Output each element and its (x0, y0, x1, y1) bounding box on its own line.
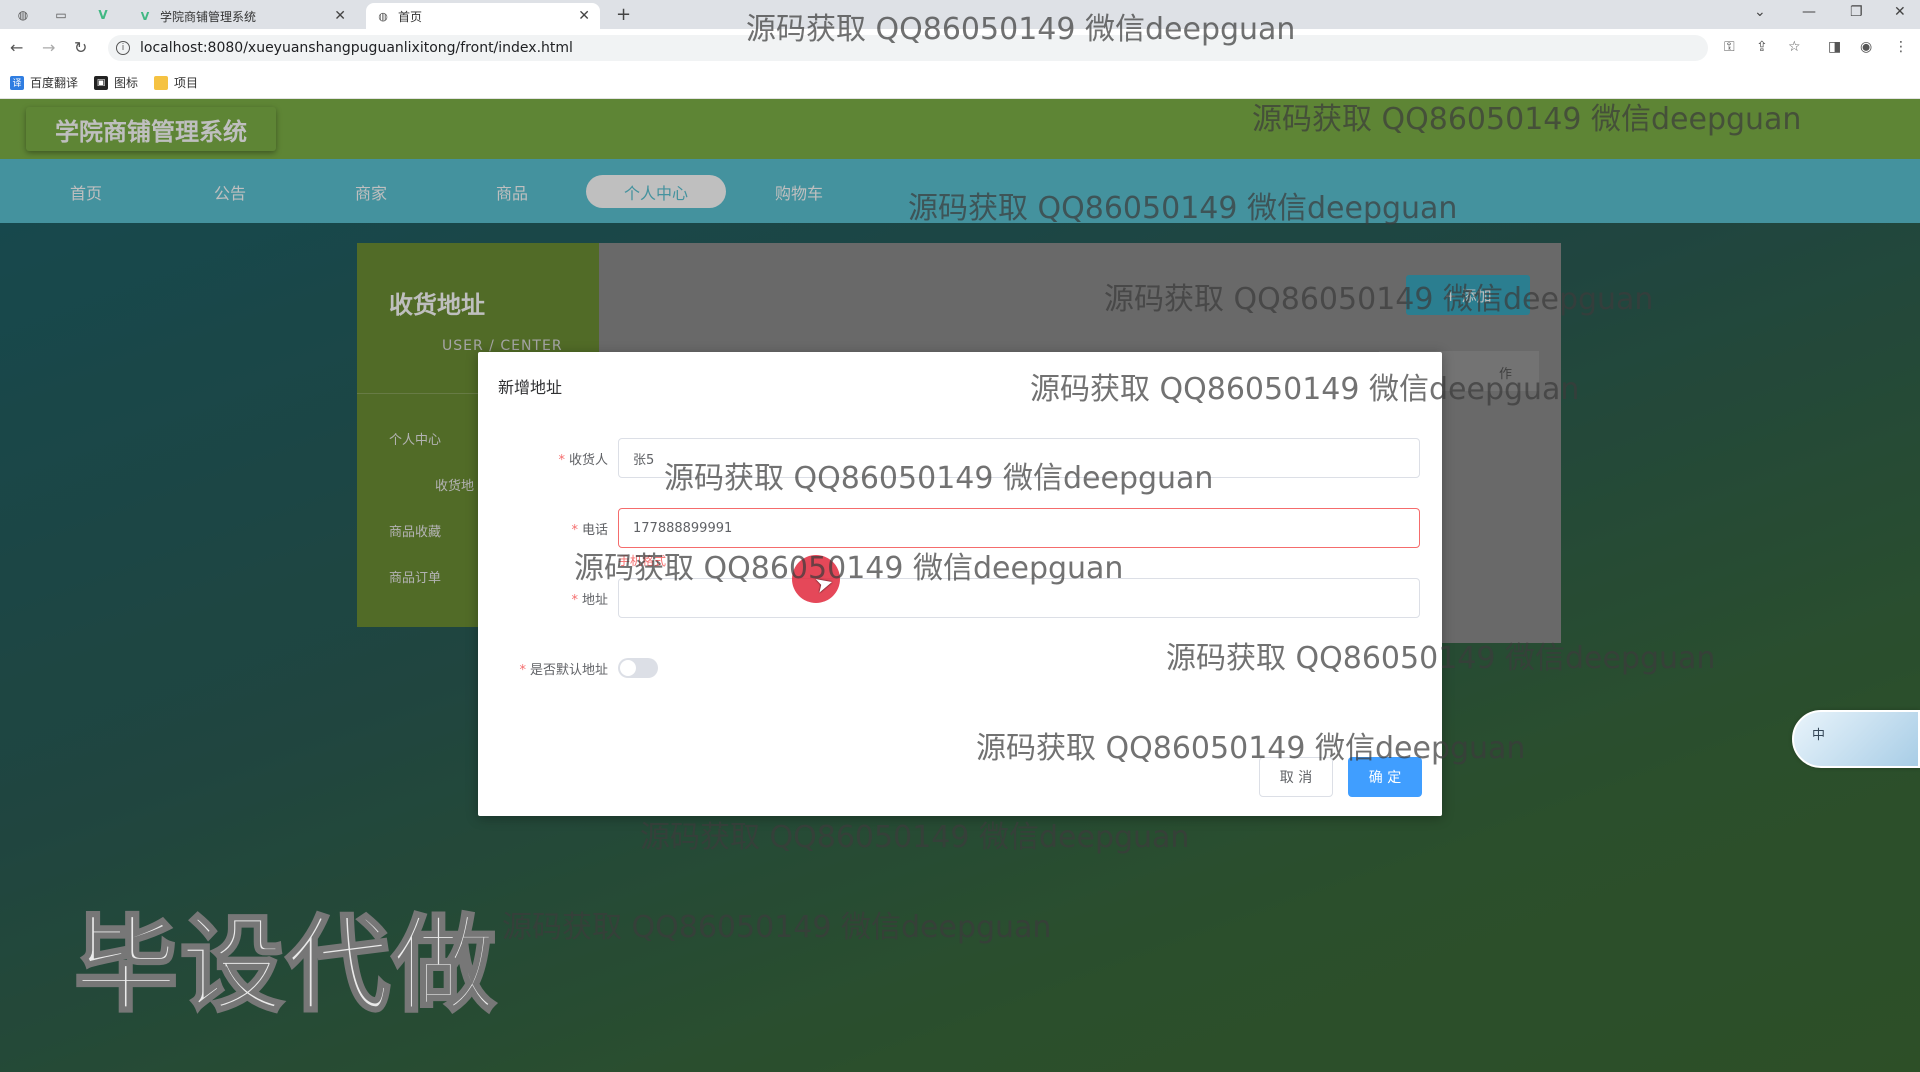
minimize-icon[interactable]: — (1802, 4, 1816, 20)
share-icon[interactable]: ⇪ (1756, 39, 1768, 55)
close-icon[interactable]: ✕ (578, 8, 590, 24)
info-icon[interactable]: i (116, 41, 130, 55)
watermark-text: 源码获取 QQ86050149 微信deepguan (976, 731, 1526, 766)
globe-icon: ◍ (378, 9, 388, 23)
back-icon[interactable]: ← (10, 38, 23, 57)
forward-icon[interactable]: → (42, 38, 55, 57)
close-icon[interactable]: ✕ (334, 8, 346, 24)
watermark-text: 源码获取 QQ86050149 微信deepguan (640, 820, 1190, 855)
folder-icon (154, 75, 169, 90)
blank-tab-icon[interactable]: ▭ (50, 4, 72, 26)
watermark-text: 源码获取 QQ86050149 微信deepguan (1166, 641, 1716, 676)
tab-title: 学院商铺管理系统 (160, 9, 257, 24)
consignee-label: * 收货人 (558, 453, 608, 468)
watermark-text: 源码获取 QQ86050149 微信deepguan (1030, 372, 1580, 407)
profile-icon[interactable]: ◉ (1860, 39, 1872, 55)
phone-input[interactable]: 177888899991 (618, 508, 1420, 548)
watermark-text: 源码获取 QQ86050149 微信deepguan (664, 461, 1214, 496)
watermark-text: 源码获取 QQ86050149 微信deepguan (502, 910, 1052, 945)
browser-tab-home[interactable]: ◍ 首页 ✕ (366, 3, 600, 29)
bookmark-projects[interactable]: 项目 (154, 74, 198, 91)
phone-label: * 电话 (571, 523, 608, 538)
bookmark-baidu-translate[interactable]: 译 百度翻译 (10, 74, 78, 91)
browser-tab-system[interactable]: V 学院商铺管理系统 ✕ (128, 3, 356, 29)
translate-icon: 译 (10, 75, 24, 90)
watermark-text: 源码获取 QQ86050149 微信deepguan (1104, 282, 1654, 317)
reload-icon[interactable]: ↻ (74, 38, 87, 57)
url-text: localhost:8080/xueyuanshangpuguanlixiton… (140, 40, 573, 56)
watermark-text: 源码获取 QQ86050149 微信deepguan (908, 191, 1458, 226)
watermark-text: 源码获取 QQ86050149 微信deepguan (1252, 102, 1802, 137)
dialog-title: 新增地址 (498, 378, 563, 397)
form-row-phone: * 电话 177888899991 手机格式 (478, 508, 1442, 568)
globe-icon[interactable]: ◍ (12, 4, 34, 26)
default-address-switch[interactable] (618, 658, 658, 678)
sidebar-icon[interactable]: ◨ (1828, 39, 1841, 55)
floating-assistant-widget[interactable]: 中 (1792, 710, 1920, 768)
address-label: * 地址 (571, 593, 608, 608)
image-icon: ▣ (94, 75, 109, 90)
restore-icon[interactable]: ❐ (1850, 4, 1863, 20)
vue-icon: V (140, 9, 150, 23)
new-tab-icon[interactable]: + (616, 4, 631, 25)
default-label: * 是否默认地址 (519, 663, 608, 678)
menu-icon[interactable]: ⋮ (1894, 39, 1908, 55)
key-icon[interactable]: ⚿ (1724, 39, 1735, 55)
watermark-text: 源码获取 QQ86050149 微信deepguan (746, 12, 1296, 47)
big-watermark: 毕设代做 (72, 903, 499, 1028)
tab-title: 首页 (398, 9, 423, 24)
widget-label: 中 (1812, 728, 1826, 743)
close-window-icon[interactable]: ✕ (1894, 4, 1906, 20)
star-icon[interactable]: ☆ (1788, 39, 1801, 55)
vue-icon[interactable]: V (92, 4, 114, 26)
watermark-text: 源码获取 QQ86050149 微信deepguan (574, 551, 1124, 586)
chevron-down-icon[interactable]: ⌄ (1754, 4, 1766, 20)
bookmark-icons[interactable]: ▣ 图标 (94, 74, 138, 91)
